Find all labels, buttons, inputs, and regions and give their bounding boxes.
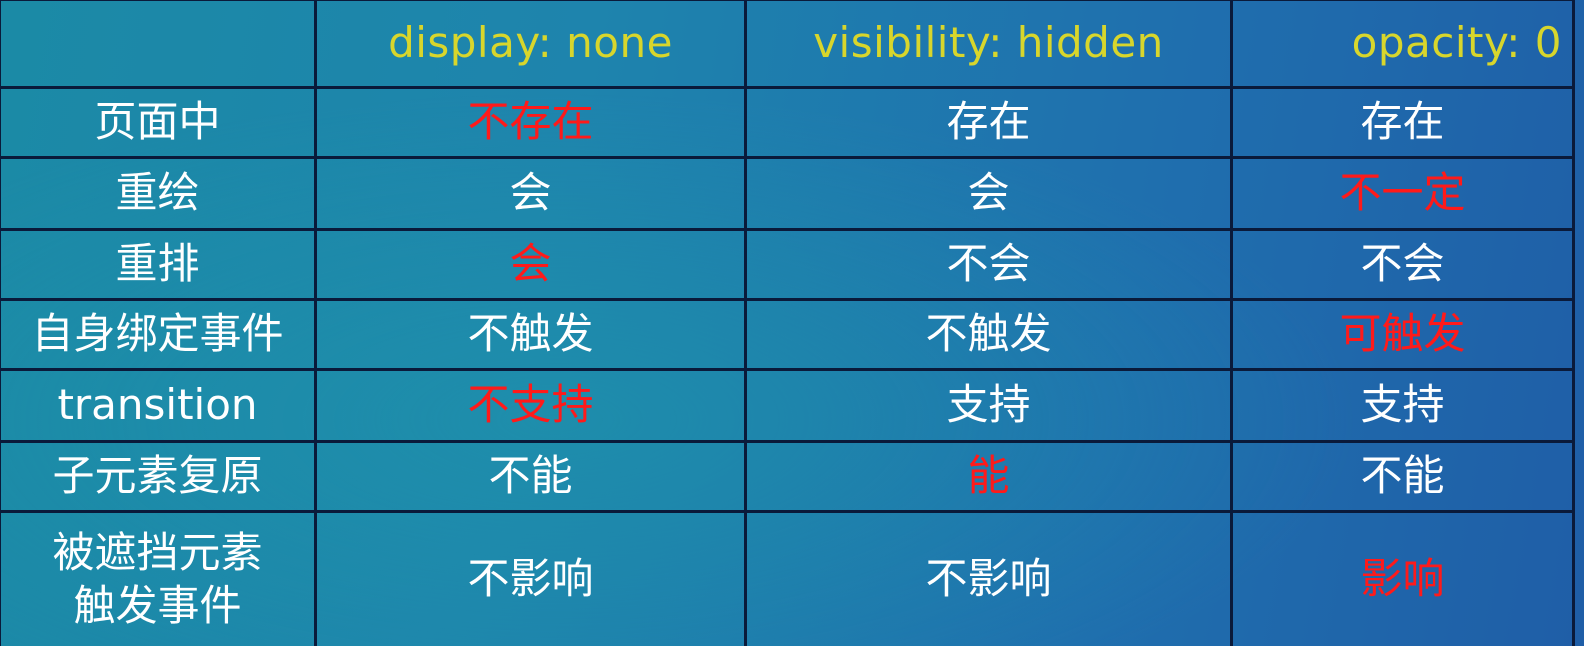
cell-visibility-hidden: 不影响 — [744, 510, 1233, 646]
cell-visibility-hidden: 支持 — [744, 368, 1233, 443]
table-row: 被遮挡元素 触发事件 不影响 不影响 影响 — [0, 510, 1575, 646]
row-label-line: 触发事件 — [73, 580, 242, 630]
cell-display-none: 不影响 — [314, 510, 747, 646]
row-label: 页面中 — [0, 86, 317, 159]
comparison-table: display: none visibility: hidden opacity… — [0, 0, 1575, 646]
row-label-line: 被遮挡元素 — [52, 528, 263, 577]
row-label: 被遮挡元素 触发事件 — [0, 510, 317, 646]
header-opacity-0: opacity: 0 — [1230, 0, 1575, 89]
table-row: 重排 会 不会 不会 — [0, 228, 1575, 301]
cell-opacity-0: 不能 — [1230, 440, 1575, 513]
cell-display-none: 不存在 — [314, 86, 747, 159]
cell-display-none: 会 — [314, 228, 747, 301]
table-row: 页面中 不存在 存在 存在 — [0, 86, 1575, 159]
row-label: 子元素复原 — [0, 440, 317, 513]
row-label: 自身绑定事件 — [0, 298, 317, 371]
cell-opacity-0: 不会 — [1230, 228, 1575, 301]
header-row: display: none visibility: hidden opacity… — [0, 0, 1575, 89]
table-row: 自身绑定事件 不触发 不触发 可触发 — [0, 298, 1575, 371]
cell-display-none: 不能 — [314, 440, 747, 513]
row-label-lines: 被遮挡元素 触发事件 — [52, 527, 262, 632]
cell-opacity-0: 支持 — [1230, 368, 1575, 443]
header-display-none: display: none — [314, 0, 747, 89]
cell-display-none: 不支持 — [314, 368, 747, 443]
cell-visibility-hidden: 能 — [744, 440, 1233, 513]
cell-visibility-hidden: 存在 — [744, 86, 1233, 159]
header-corner-cell — [0, 0, 317, 89]
cell-visibility-hidden: 不触发 — [744, 298, 1233, 371]
row-label: 重排 — [0, 228, 317, 301]
cell-display-none: 不触发 — [314, 298, 747, 371]
header-visibility-hidden: visibility: hidden — [744, 0, 1233, 89]
comparison-slide: display: none visibility: hidden opacity… — [0, 0, 1584, 646]
row-label: transition — [0, 368, 317, 443]
cell-opacity-0: 存在 — [1230, 86, 1575, 159]
table-row: 重绘 会 会 不一定 — [0, 156, 1575, 231]
cell-opacity-0: 影响 — [1230, 510, 1575, 646]
cell-visibility-hidden: 不会 — [744, 228, 1233, 301]
cell-display-none: 会 — [314, 156, 747, 231]
table-row: transition 不支持 支持 支持 — [0, 368, 1575, 443]
cell-opacity-0: 不一定 — [1230, 156, 1575, 231]
cell-visibility-hidden: 会 — [744, 156, 1233, 231]
row-label: 重绘 — [0, 156, 317, 231]
table-row: 子元素复原 不能 能 不能 — [0, 440, 1575, 513]
cell-opacity-0: 可触发 — [1230, 298, 1575, 371]
